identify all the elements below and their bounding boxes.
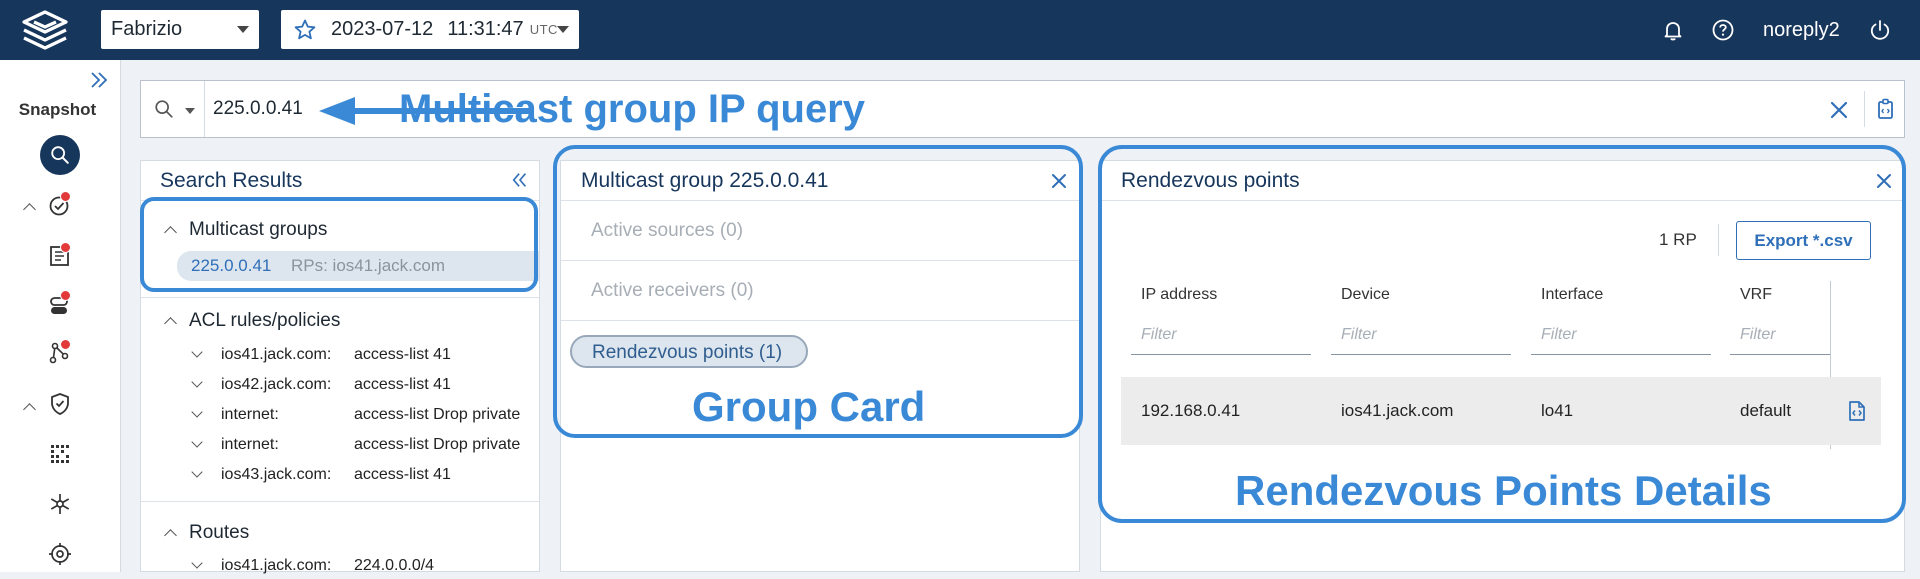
rp-panel-highlight — [1098, 145, 1906, 523]
search-bar-divider — [1864, 91, 1865, 127]
timezone-label: UTC — [529, 22, 558, 37]
snapshot-owner-select[interactable]: Fabrizio — [101, 10, 259, 49]
matrix-grid-icon[interactable] — [47, 441, 73, 467]
search-input[interactable]: 225.0.0.41 — [213, 98, 303, 120]
chevron-down-icon — [191, 346, 203, 358]
left-rail: Snapshot — [0, 60, 121, 572]
chevron-up-icon — [164, 317, 177, 330]
search-type-dropdown[interactable] — [141, 81, 205, 137]
acl-value: access-list 41 — [354, 376, 451, 393]
acl-row[interactable]: ios41.jack.com: access-list 41 — [191, 346, 533, 368]
bell-icon[interactable] — [1661, 18, 1685, 42]
chevron-up-icon[interactable] — [23, 203, 36, 216]
acl-value: access-list 41 — [354, 466, 451, 483]
acl-value: access-list Drop private — [354, 406, 521, 423]
notification-badge — [60, 242, 71, 253]
acl-device: ios43.jack.com: — [221, 466, 332, 483]
acl-row[interactable]: ios43.jack.com: access-list 41 — [191, 466, 533, 488]
route-value: 224.0.0.0/4 — [354, 557, 435, 574]
chevron-down-icon — [185, 108, 195, 114]
clipboard-icon[interactable] — [1874, 96, 1898, 122]
multicast-groups-highlight — [140, 197, 538, 292]
chevron-down-icon — [191, 376, 203, 388]
snowflake-icon[interactable] — [47, 491, 73, 517]
acl-device: internet: — [221, 436, 279, 453]
expand-double-chevron-icon[interactable] — [88, 70, 110, 90]
top-bar: Fabrizio 2023-07-12 11:31:47 UTC noreply… — [0, 0, 1920, 60]
search-nav-button[interactable] — [40, 135, 80, 175]
routes-heading-label: Routes — [189, 522, 250, 543]
chevron-down-icon — [191, 436, 203, 448]
rail-label-snapshot: Snapshot — [18, 100, 97, 119]
results-divider — [141, 501, 539, 502]
acl-value: access-list Drop private — [354, 436, 521, 453]
acl-row[interactable]: internet: access-list Drop private — [191, 436, 533, 458]
collapse-double-chevron-icon[interactable] — [511, 171, 529, 189]
route-row[interactable]: ios41.jack.com: 224.0.0.0/4 — [191, 557, 533, 579]
acl-row[interactable]: ios42.jack.com: access-list 41 — [191, 376, 533, 398]
chevron-down-icon — [191, 557, 203, 569]
chevron-up-icon[interactable] — [23, 403, 36, 416]
snapshot-date: 2023-07-12 — [331, 18, 434, 40]
power-icon[interactable] — [1868, 18, 1892, 42]
results-divider — [141, 297, 539, 298]
routes-heading[interactable]: Routes — [164, 522, 250, 544]
search-bar: 225.0.0.41 Multicast group IP query — [140, 80, 1905, 138]
acl-device: internet: — [221, 406, 279, 423]
acl-device: ios42.jack.com: — [221, 376, 332, 393]
clear-icon[interactable] — [1829, 100, 1849, 120]
notification-badge — [60, 191, 71, 202]
search-results-title: Search Results — [160, 169, 303, 192]
acl-value: access-list 41 — [354, 346, 451, 363]
notification-badge — [60, 290, 71, 301]
snapshot-time: 11:31:47 — [447, 18, 524, 40]
acl-row[interactable]: internet: access-list Drop private — [191, 406, 533, 428]
chevron-down-icon — [191, 406, 203, 418]
acl-device: ios41.jack.com: — [221, 346, 332, 363]
acl-heading-label: ACL rules/policies — [189, 310, 341, 331]
annotation-query: Multicast group IP query — [399, 87, 865, 131]
chevron-down-icon — [191, 466, 203, 478]
notification-badge — [60, 339, 71, 350]
search-icon — [155, 100, 173, 118]
search-results-header: Search Results — [141, 161, 539, 201]
snapshot-date-select[interactable]: 2023-07-12 11:31:47 UTC — [281, 10, 579, 49]
help-icon[interactable] — [1711, 18, 1735, 42]
chevron-down-icon — [237, 26, 249, 33]
username[interactable]: noreply2 — [1763, 19, 1840, 42]
snapshot-owner-value: Fabrizio — [111, 18, 183, 40]
network-target-icon[interactable] — [47, 541, 73, 567]
route-device: ios41.jack.com: — [221, 557, 332, 574]
star-icon[interactable] — [293, 18, 317, 42]
acl-heading[interactable]: ACL rules/policies — [164, 310, 341, 332]
group-card-highlight — [553, 145, 1083, 438]
security-shield-icon[interactable] — [47, 391, 73, 417]
chevron-down-icon — [557, 26, 569, 33]
search-icon — [51, 146, 69, 164]
app-logo-icon[interactable] — [18, 8, 72, 52]
chevron-up-icon — [164, 529, 177, 542]
